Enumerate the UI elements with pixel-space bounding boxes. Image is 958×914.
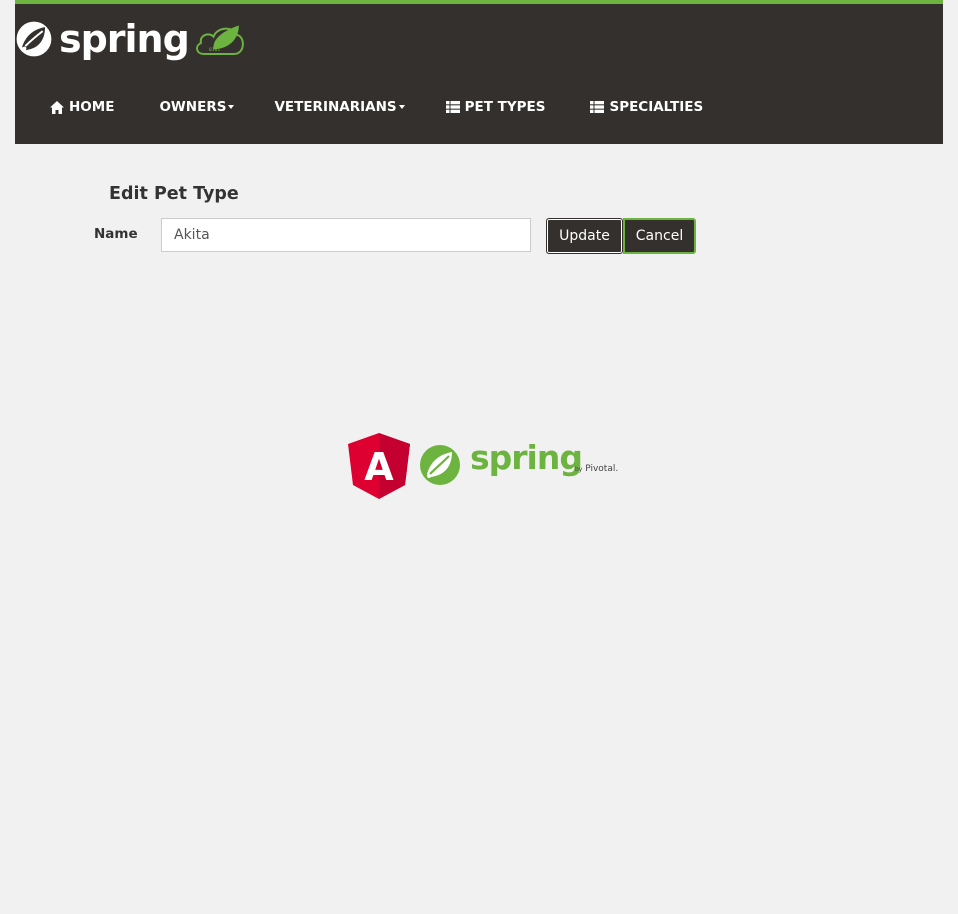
- brand-logo[interactable]: spring 0101: [15, 16, 245, 62]
- spring-leaf-icon: [420, 445, 460, 485]
- badge-text: 0101: [209, 47, 221, 53]
- brand-text: spring: [58, 17, 190, 61]
- nav-veterinarians[interactable]: VETERINARIANS: [274, 99, 405, 115]
- list-icon: [590, 101, 605, 113]
- update-button[interactable]: Update: [546, 218, 623, 254]
- nav-home-label: HOME: [69, 99, 115, 115]
- nav-pet-types-label: PET TYPES: [464, 99, 546, 115]
- nav-specialties-label: SPECIALTIES: [609, 99, 704, 115]
- pivotal-prefix: by: [575, 466, 583, 473]
- nav-pet-types[interactable]: PET TYPES: [445, 99, 546, 115]
- home-icon: [50, 100, 64, 114]
- page-title: Edit Pet Type: [109, 184, 239, 204]
- pivotal-text: by Pivotal.: [575, 464, 618, 474]
- navbar: spring 0101 HOME OWNERS VETERINARIANS PE…: [15, 0, 943, 144]
- main-nav: HOME OWNERS VETERINARIANS PET TYPES SPEC…: [50, 96, 703, 118]
- nav-owners-label: OWNERS: [159, 99, 227, 115]
- name-input[interactable]: [161, 218, 531, 252]
- cancel-button[interactable]: Cancel: [623, 218, 696, 254]
- angular-letter: A: [364, 445, 394, 489]
- list-icon: [445, 101, 460, 113]
- pivotal-name: Pivotal.: [585, 464, 619, 474]
- nav-specialties[interactable]: SPECIALTIES: [590, 99, 703, 115]
- nav-owners[interactable]: OWNERS: [159, 99, 235, 115]
- caret-down-icon: [228, 105, 235, 109]
- footer-logos: A spring by Pivotal.: [348, 433, 620, 499]
- nav-home[interactable]: HOME: [50, 99, 114, 115]
- angular-logo-icon: A: [348, 433, 410, 499]
- name-label: Name: [94, 226, 138, 242]
- spring-logo-icon: [16, 21, 52, 57]
- footer-spring-text: spring: [470, 438, 583, 477]
- nav-veterinarians-label: VETERINARIANS: [274, 99, 397, 115]
- leaf-cloud-icon: 0101: [195, 25, 244, 56]
- caret-down-icon: [398, 105, 405, 109]
